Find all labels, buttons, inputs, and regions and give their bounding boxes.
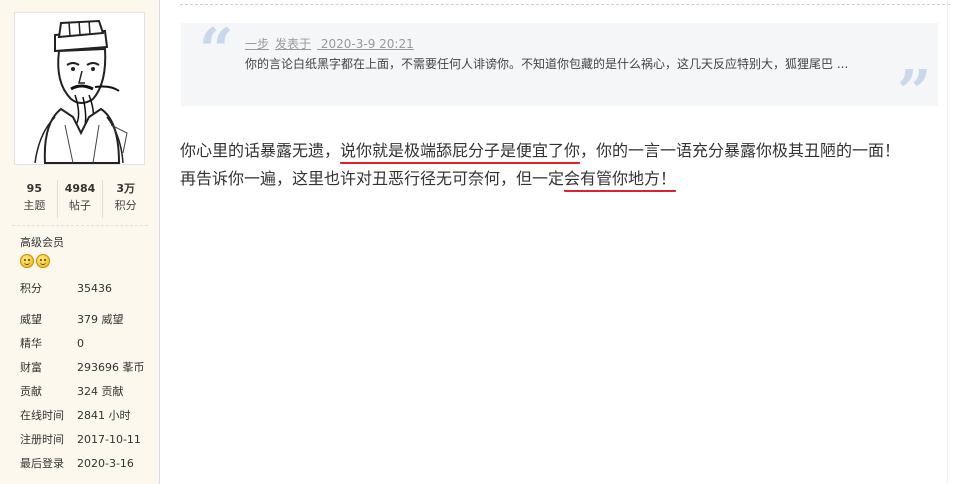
underlined-text: 会有管你地方！ xyxy=(564,169,677,192)
avatar[interactable] xyxy=(14,12,145,165)
info-row-last-login: 最后登录 2020-3-16 xyxy=(20,451,155,475)
info-value: 2841 小时 xyxy=(77,409,131,422)
smiley-icon xyxy=(20,254,34,268)
avatar-portrait xyxy=(34,19,128,164)
info-key: 精华 xyxy=(20,337,42,350)
info-row-contribution: 贡献 324 贡献 xyxy=(20,379,155,403)
stat-threads[interactable]: 95 主题 xyxy=(12,180,58,218)
post-text: 你心里的话暴露无遗， xyxy=(180,141,341,160)
info-key: 贡献 xyxy=(20,385,42,398)
info-row-points: 积分 35436 xyxy=(20,276,155,300)
post-text: ，你的一言一语充分暴露你极其丑陋的一面！ xyxy=(580,141,901,160)
info-value: 2020-3-16 xyxy=(77,456,134,470)
open-quote-icon: “ xyxy=(199,16,234,86)
user-stats: 95 主题 4984 帖子 3万 积分 xyxy=(12,180,148,218)
divider xyxy=(12,225,148,226)
info-row-wealth: 财富 293696 莑币 xyxy=(20,355,155,379)
info-value: 35436 xyxy=(77,281,112,295)
quote-text: 你的言论白纸黑字都在上面，不需要任何人诽谤你。不知道你包藏的是什么祸心，这几天反… xyxy=(245,57,849,71)
stat-label: 帖子 xyxy=(69,199,91,212)
quote-posted-label: 发表于 xyxy=(275,37,312,51)
user-info-list: 积分 35436 威望 379 威望 精华 0 财富 293696 莑币 贡献 … xyxy=(20,276,155,475)
post-text: 再告诉你一遍，这里也许对丑恶行径无可奈何，但一定 xyxy=(180,169,565,188)
stat-points[interactable]: 3万 积分 xyxy=(103,180,148,218)
quote-block: “ 一步 发表于 2020-3-9 20:21 你的言论白纸黑字都在上面，不需要任… xyxy=(181,16,938,123)
close-quote-icon: ” xyxy=(897,58,932,128)
quote-author: 一步 xyxy=(245,37,270,51)
info-value: 0 xyxy=(77,336,84,350)
user-sidebar: 95 主题 4984 帖子 3万 积分 高级会员 积分 35436 威望 379… xyxy=(0,0,160,484)
smiley-icon xyxy=(36,254,50,268)
info-row-registered: 注册时间 2017-10-11 xyxy=(20,427,155,451)
group-icons xyxy=(20,254,50,268)
info-value: 379 威望 xyxy=(77,313,124,326)
info-key: 积分 xyxy=(20,282,42,295)
post-message: 你心里的话暴露无遗，说你就是极端舔屁分子是便宜了你，你的一言一语充分暴露你极其丑… xyxy=(180,137,950,193)
info-value: 2017-10-11 xyxy=(77,432,141,446)
info-key: 财富 xyxy=(20,361,42,374)
info-value: 324 贡献 xyxy=(77,385,124,398)
info-key: 最后登录 xyxy=(20,457,64,470)
info-key: 注册时间 xyxy=(20,433,64,446)
user-group[interactable]: 高级会员 xyxy=(20,234,64,250)
info-row-prestige: 威望 379 威望 xyxy=(20,307,155,331)
post-content: “ 一步 发表于 2020-3-9 20:21 你的言论白纸黑字都在上面，不需要任… xyxy=(160,0,965,484)
divider xyxy=(180,4,950,5)
stat-value: 4984 xyxy=(64,182,96,195)
stat-label: 积分 xyxy=(114,199,137,212)
info-value: 293696 莑币 xyxy=(77,361,145,374)
info-row-online-time: 在线时间 2841 小时 xyxy=(20,403,155,427)
stat-value: 3万 xyxy=(116,182,135,195)
info-key: 在线时间 xyxy=(20,409,64,422)
divider xyxy=(947,0,948,484)
stat-posts[interactable]: 4984 帖子 xyxy=(58,180,104,218)
stat-label: 主题 xyxy=(23,199,46,212)
info-row-digest: 精华 0 xyxy=(20,331,155,355)
info-key: 威望 xyxy=(20,313,42,326)
quote-meta[interactable]: 一步 发表于 2020-3-9 20:21 xyxy=(245,35,420,52)
stat-value: 95 xyxy=(26,182,42,195)
underlined-text: 说你就是极端舔屁分子是便宜了你 xyxy=(340,141,581,164)
quote-datetime: 2020-3-9 20:21 xyxy=(320,37,414,51)
